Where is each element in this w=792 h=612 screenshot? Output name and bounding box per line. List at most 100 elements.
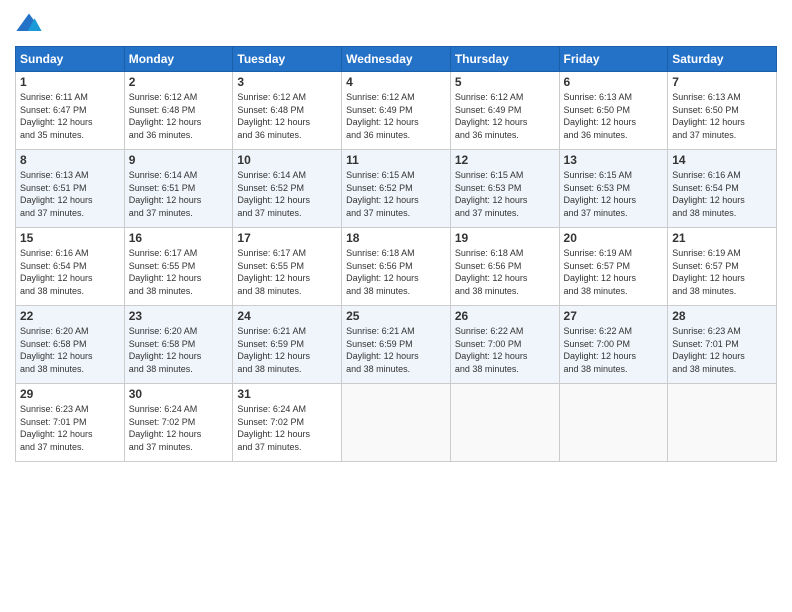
calendar-cell: 27 Sunrise: 6:22 AM Sunset: 7:00 PM Dayli… [559,306,668,384]
day-number: 7 [672,75,772,89]
day-header-friday: Friday [559,47,668,72]
day-number: 31 [237,387,337,401]
day-number: 27 [564,309,664,323]
calendar-cell: 28 Sunrise: 6:23 AM Sunset: 7:01 PM Dayli… [668,306,777,384]
calendar-cell: 4 Sunrise: 6:12 AM Sunset: 6:49 PM Daylig… [342,72,451,150]
calendar-cell: 7Sunrise: 6:13 AM Sunset: 6:50 PM Daylig… [668,72,777,150]
day-header-saturday: Saturday [668,47,777,72]
calendar-week-row: 29 Sunrise: 6:23 AM Sunset: 7:01 PM Dayli… [16,384,777,462]
calendar-cell: 23 Sunrise: 6:20 AM Sunset: 6:58 PM Dayli… [124,306,233,384]
calendar-cell: 17 Sunrise: 6:17 AM Sunset: 6:55 PM Dayli… [233,228,342,306]
day-header-thursday: Thursday [450,47,559,72]
calendar-cell: 26Sunrise: 6:22 AM Sunset: 7:00 PM Dayli… [450,306,559,384]
calendar-week-row: 15 Sunrise: 6:16 AM Sunset: 6:54 PM Dayli… [16,228,777,306]
calendar-cell: 19 Sunrise: 6:18 AM Sunset: 6:56 PM Dayli… [450,228,559,306]
calendar-table: SundayMondayTuesdayWednesdayThursdayFrid… [15,46,777,462]
calendar-cell: 6 Sunrise: 6:13 AM Sunset: 6:50 PM Daylig… [559,72,668,150]
day-info-text: Sunrise: 6:14 AM Sunset: 6:51 PM Dayligh… [129,169,229,219]
day-number: 8 [20,153,120,167]
day-number: 6 [564,75,664,89]
day-info-text: Sunrise: 6:17 AM Sunset: 6:55 PM Dayligh… [237,247,337,297]
calendar-cell: 3 Sunrise: 6:12 AM Sunset: 6:48 PM Daylig… [233,72,342,150]
day-number: 29 [20,387,120,401]
day-info-text: Sunrise: 6:24 AM Sunset: 7:02 PM Dayligh… [129,403,229,453]
day-info-text: Sunrise: 6:18 AM Sunset: 6:56 PM Dayligh… [346,247,446,297]
day-info-text: Sunrise: 6:23 AM Sunset: 7:01 PM Dayligh… [672,325,772,375]
day-number: 13 [564,153,664,167]
calendar-cell [450,384,559,462]
day-info-text: Sunrise: 6:22 AM Sunset: 7:00 PM Dayligh… [455,325,555,375]
day-info-text: Sunrise: 6:14 AM Sunset: 6:52 PM Dayligh… [237,169,337,219]
day-number: 11 [346,153,446,167]
calendar-cell: 16 Sunrise: 6:17 AM Sunset: 6:55 PM Dayli… [124,228,233,306]
calendar-cell [559,384,668,462]
page-container: SundayMondayTuesdayWednesdayThursdayFrid… [0,0,792,472]
day-number: 23 [129,309,229,323]
day-info-text: Sunrise: 6:24 AM Sunset: 7:02 PM Dayligh… [237,403,337,453]
calendar-cell [668,384,777,462]
day-number: 18 [346,231,446,245]
day-info-text: Sunrise: 6:22 AM Sunset: 7:00 PM Dayligh… [564,325,664,375]
calendar-cell: 25Sunrise: 6:21 AM Sunset: 6:59 PM Dayli… [342,306,451,384]
calendar-week-row: 8 Sunrise: 6:13 AM Sunset: 6:51 PM Daylig… [16,150,777,228]
calendar-cell: 8 Sunrise: 6:13 AM Sunset: 6:51 PM Daylig… [16,150,125,228]
day-number: 9 [129,153,229,167]
day-info-text: Sunrise: 6:11 AM Sunset: 6:47 PM Dayligh… [20,91,120,141]
day-number: 20 [564,231,664,245]
day-number: 30 [129,387,229,401]
calendar-cell: 20 Sunrise: 6:19 AM Sunset: 6:57 PM Dayli… [559,228,668,306]
calendar-cell: 1 Sunrise: 6:11 AM Sunset: 6:47 PM Daylig… [16,72,125,150]
day-info-text: Sunrise: 6:12 AM Sunset: 6:48 PM Dayligh… [129,91,229,141]
day-info-text: Sunrise: 6:12 AM Sunset: 6:49 PM Dayligh… [455,91,555,141]
day-info-text: Sunrise: 6:19 AM Sunset: 6:57 PM Dayligh… [564,247,664,297]
day-number: 28 [672,309,772,323]
day-number: 14 [672,153,772,167]
day-info-text: Sunrise: 6:23 AM Sunset: 7:01 PM Dayligh… [20,403,120,453]
day-info-text: Sunrise: 6:19 AM Sunset: 6:57 PM Dayligh… [672,247,772,297]
day-number: 15 [20,231,120,245]
day-info-text: Sunrise: 6:20 AM Sunset: 6:58 PM Dayligh… [129,325,229,375]
calendar-cell: 13 Sunrise: 6:15 AM Sunset: 6:53 PM Dayli… [559,150,668,228]
day-number: 4 [346,75,446,89]
day-info-text: Sunrise: 6:16 AM Sunset: 6:54 PM Dayligh… [20,247,120,297]
day-header-wednesday: Wednesday [342,47,451,72]
calendar-cell [342,384,451,462]
day-info-text: Sunrise: 6:13 AM Sunset: 6:50 PM Dayligh… [564,91,664,141]
calendar-cell: 11 Sunrise: 6:15 AM Sunset: 6:52 PM Dayli… [342,150,451,228]
calendar-cell: 9 Sunrise: 6:14 AM Sunset: 6:51 PM Daylig… [124,150,233,228]
calendar-cell: 29 Sunrise: 6:23 AM Sunset: 7:01 PM Dayli… [16,384,125,462]
calendar-cell: 2Sunrise: 6:12 AM Sunset: 6:48 PM Daylig… [124,72,233,150]
day-number: 22 [20,309,120,323]
day-number: 1 [20,75,120,89]
day-number: 17 [237,231,337,245]
day-info-text: Sunrise: 6:15 AM Sunset: 6:52 PM Dayligh… [346,169,446,219]
calendar-cell: 31 Sunrise: 6:24 AM Sunset: 7:02 PM Dayli… [233,384,342,462]
calendar-cell: 12Sunrise: 6:15 AM Sunset: 6:53 PM Dayli… [450,150,559,228]
day-info-text: Sunrise: 6:16 AM Sunset: 6:54 PM Dayligh… [672,169,772,219]
day-info-text: Sunrise: 6:13 AM Sunset: 6:51 PM Dayligh… [20,169,120,219]
day-number: 5 [455,75,555,89]
day-number: 25 [346,309,446,323]
day-info-text: Sunrise: 6:12 AM Sunset: 6:49 PM Dayligh… [346,91,446,141]
calendar-body: 1 Sunrise: 6:11 AM Sunset: 6:47 PM Daylig… [16,72,777,462]
calendar-cell: 5 Sunrise: 6:12 AM Sunset: 6:49 PM Daylig… [450,72,559,150]
day-number: 3 [237,75,337,89]
day-number: 19 [455,231,555,245]
day-info-text: Sunrise: 6:15 AM Sunset: 6:53 PM Dayligh… [564,169,664,219]
calendar-cell: 30 Sunrise: 6:24 AM Sunset: 7:02 PM Dayli… [124,384,233,462]
calendar-cell: 24 Sunrise: 6:21 AM Sunset: 6:59 PM Dayli… [233,306,342,384]
day-info-text: Sunrise: 6:18 AM Sunset: 6:56 PM Dayligh… [455,247,555,297]
calendar-week-row: 1 Sunrise: 6:11 AM Sunset: 6:47 PM Daylig… [16,72,777,150]
day-number: 21 [672,231,772,245]
day-number: 24 [237,309,337,323]
calendar-cell: 14 Sunrise: 6:16 AM Sunset: 6:54 PM Dayli… [668,150,777,228]
day-info-text: Sunrise: 6:17 AM Sunset: 6:55 PM Dayligh… [129,247,229,297]
day-number: 16 [129,231,229,245]
day-info-text: Sunrise: 6:20 AM Sunset: 6:58 PM Dayligh… [20,325,120,375]
calendar-cell: 15 Sunrise: 6:16 AM Sunset: 6:54 PM Dayli… [16,228,125,306]
day-info-text: Sunrise: 6:12 AM Sunset: 6:48 PM Dayligh… [237,91,337,141]
day-info-text: Sunrise: 6:15 AM Sunset: 6:53 PM Dayligh… [455,169,555,219]
logo-icon [15,10,43,38]
day-info-text: Sunrise: 6:21 AM Sunset: 6:59 PM Dayligh… [237,325,337,375]
calendar-cell: 21 Sunrise: 6:19 AM Sunset: 6:57 PM Dayli… [668,228,777,306]
